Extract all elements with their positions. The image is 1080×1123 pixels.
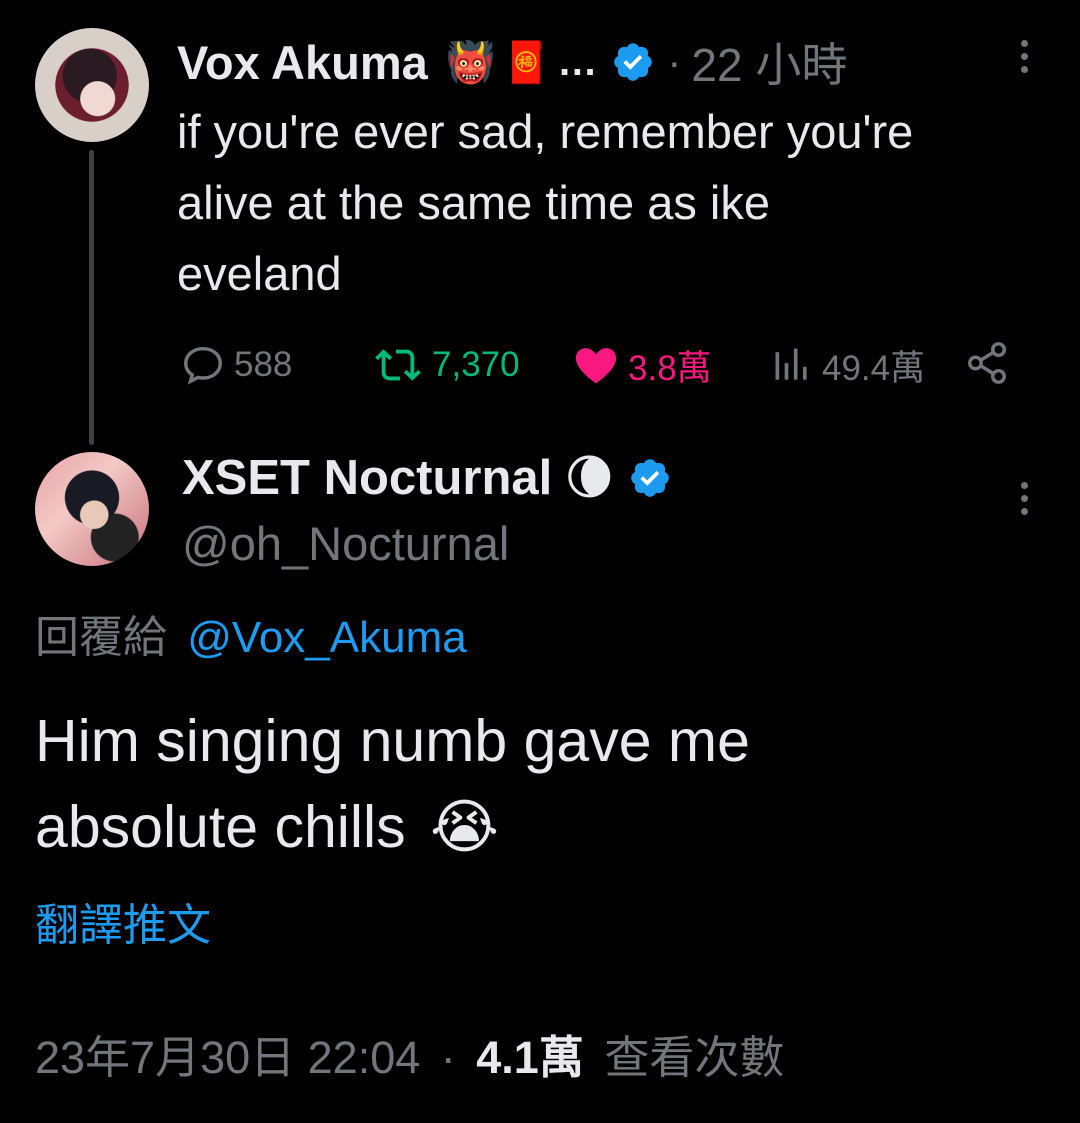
reply-author-handle[interactable]: @oh_Nocturnal — [182, 516, 509, 572]
share-icon — [968, 342, 1006, 384]
parent-tweet-header: Vox Akuma 👹 🧧 … · 22 小時 — [177, 34, 847, 91]
views-action[interactable]: 49.4萬 — [770, 340, 925, 390]
reply-text-line-1: Him singing numb gave me — [35, 708, 750, 774]
tweet-view-label: 查看次數 — [604, 1032, 785, 1083]
reply-count: 588 — [234, 345, 293, 384]
replying-to-label: 回覆給 — [35, 613, 167, 662]
moon-emoji: 🌘 — [564, 452, 615, 505]
verified-badge-icon — [628, 456, 672, 500]
tweet-meta-row: 23年7月30日 22:04 · 4.1萬 查看次數 — [35, 1028, 784, 1088]
parent-tweet-text: if you're ever sad, remember you're aliv… — [177, 96, 1057, 309]
retweet-icon — [375, 349, 421, 381]
parent-tweet-line-2: alive at the same time as ike — [177, 176, 770, 229]
verified-badge-icon — [611, 40, 655, 84]
thread-connector-line — [89, 150, 94, 445]
author-emoji-envelope: 🧧 — [501, 40, 552, 85]
author-name[interactable]: Vox Akuma — [177, 39, 428, 86]
avatar-xset-nocturnal[interactable] — [35, 452, 149, 566]
reply-tweet-text: Him singing numb gave me absolute chills… — [35, 698, 1035, 870]
view-count: 49.4萬 — [822, 348, 926, 388]
reply-text-line-2: absolute chills — [35, 794, 406, 860]
heart-icon — [575, 348, 617, 384]
retweet-count: 7,370 — [432, 345, 520, 384]
reply-action[interactable]: 588 — [180, 340, 292, 390]
tweet-time[interactable]: 22 小時 — [691, 29, 847, 95]
parent-tweet-line-1: if you're ever sad, remember you're — [177, 105, 914, 158]
replying-to: 回覆給 @Vox_Akuma — [35, 610, 467, 666]
reply-text-line-2-wrap: absolute chills 😭 — [35, 784, 1035, 870]
tweet-view-count: 4.1萬 — [476, 1032, 584, 1083]
tweet-date-time[interactable]: 23年7月30日 22:04 — [35, 1032, 420, 1083]
like-count: 3.8萬 — [628, 348, 712, 388]
more-vertical-icon[interactable] — [1019, 482, 1029, 515]
like-action[interactable]: 3.8萬 — [572, 340, 712, 390]
separator-dot: · — [667, 38, 682, 85]
share-action[interactable] — [964, 340, 1010, 391]
author-emoji-oni: 👹 — [445, 40, 496, 85]
comment-bubble-icon — [184, 346, 222, 385]
translate-tweet-link[interactable]: 翻譯推文 — [35, 898, 211, 954]
name-ellipsis: … — [557, 40, 598, 84]
avatar-vox-akuma[interactable] — [35, 28, 149, 142]
meta-separator-dot: · — [440, 1032, 456, 1083]
bar-chart-icon — [775, 348, 807, 380]
more-vertical-icon[interactable] — [1019, 40, 1029, 73]
reply-author-row: XSET Nocturnal 🌘 — [182, 450, 672, 506]
replying-to-handle[interactable]: @Vox_Akuma — [187, 613, 466, 662]
crying-emoji: 😭 — [430, 794, 499, 860]
retweet-action[interactable]: 7,370 — [372, 340, 520, 390]
reply-author-name[interactable]: XSET Nocturnal — [182, 453, 552, 503]
parent-tweet-line-3: eveland — [177, 247, 342, 300]
